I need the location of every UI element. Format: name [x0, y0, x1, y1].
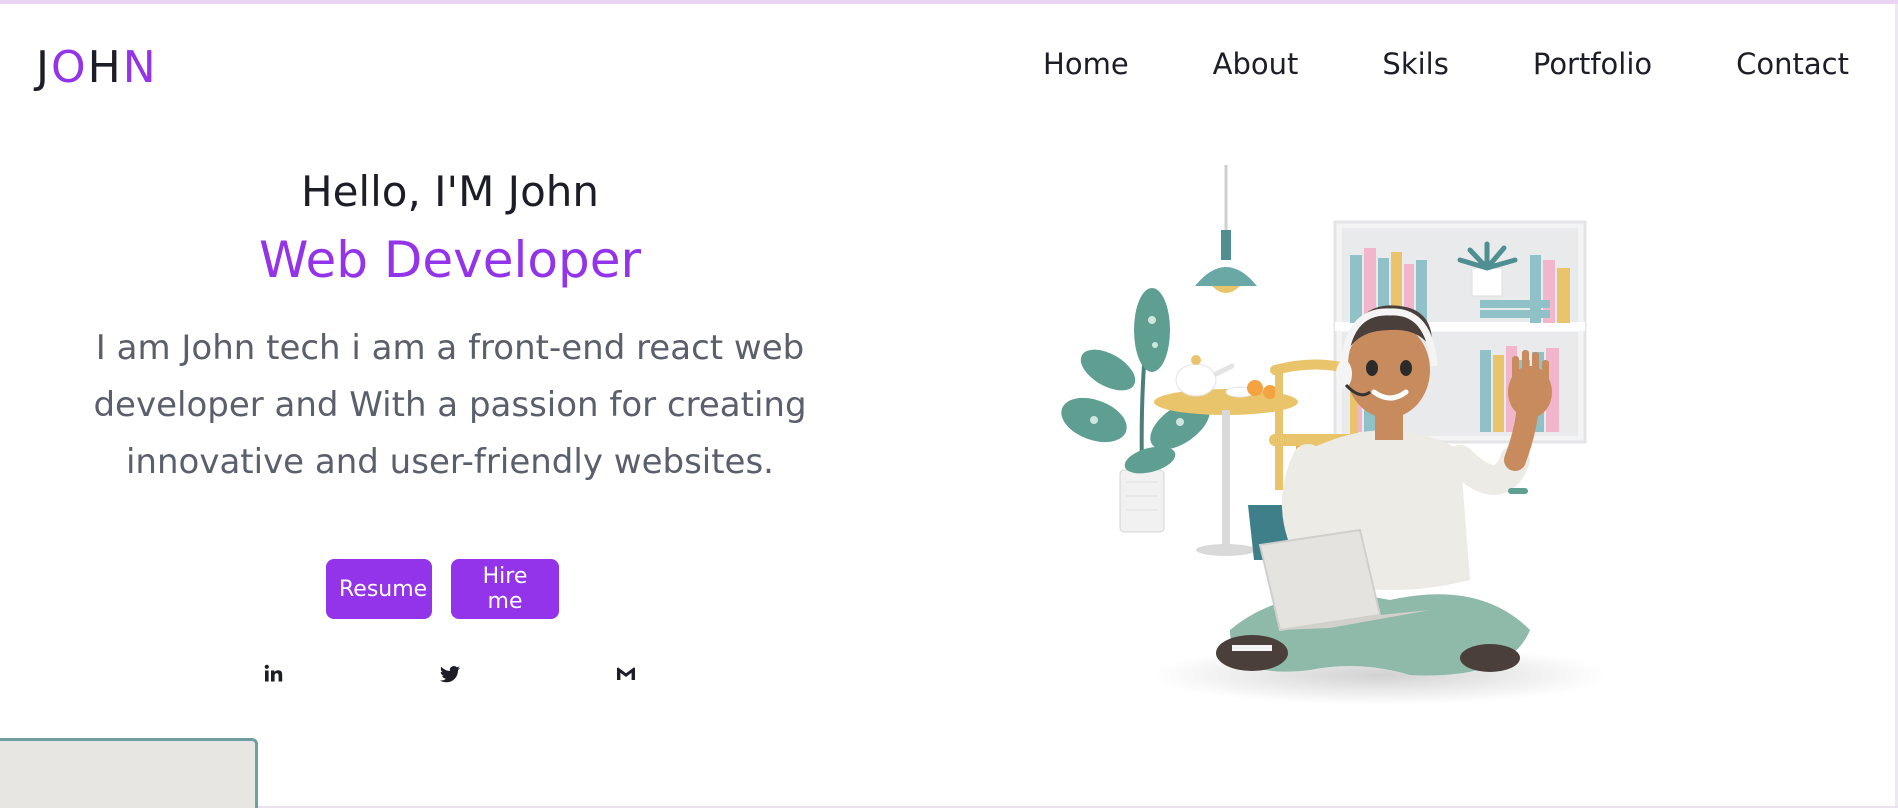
linkedin-icon[interactable] — [260, 660, 288, 688]
logo-letter-n: N — [122, 42, 158, 93]
main-nav: Home About Skils Portfolio Contact — [1043, 44, 1849, 84]
gmail-icon-glyph — [617, 667, 635, 680]
nav-about[interactable]: About — [1213, 44, 1299, 84]
nav-skills[interactable]: Skils — [1382, 44, 1448, 84]
hero-description: I am John tech i am a front-end react we… — [93, 328, 807, 482]
gmail-icon[interactable] — [612, 660, 640, 688]
logo[interactable]: JOHN — [36, 42, 158, 93]
logo-letter-o: O — [50, 42, 88, 93]
linkedin-icon-glyph — [264, 664, 283, 682]
hero-buttons: Resume Hire me — [326, 559, 559, 619]
hero-section: Hello, I'M John Web Developer I am John … — [60, 160, 840, 491]
hire-me-button[interactable]: Hire me — [451, 559, 559, 619]
hero-role: Web Developer — [258, 231, 642, 289]
twitter-icon-glyph — [440, 666, 460, 683]
top-border — [0, 0, 1898, 4]
resume-button[interactable]: Resume — [326, 559, 432, 619]
next-section-card — [0, 738, 258, 808]
hanging-lamp — [1195, 165, 1257, 293]
developer-illustration — [1061, 165, 1610, 705]
nav-portfolio[interactable]: Portfolio — [1533, 44, 1652, 84]
logo-letter-h: H — [87, 42, 123, 93]
social-links — [260, 660, 640, 688]
nav-home[interactable]: Home — [1043, 44, 1129, 84]
logo-letter-j: J — [36, 42, 51, 93]
hero-greeting: Hello, I'M John — [301, 167, 599, 216]
nav-contact[interactable]: Contact — [1736, 44, 1849, 84]
twitter-icon[interactable] — [436, 660, 464, 688]
